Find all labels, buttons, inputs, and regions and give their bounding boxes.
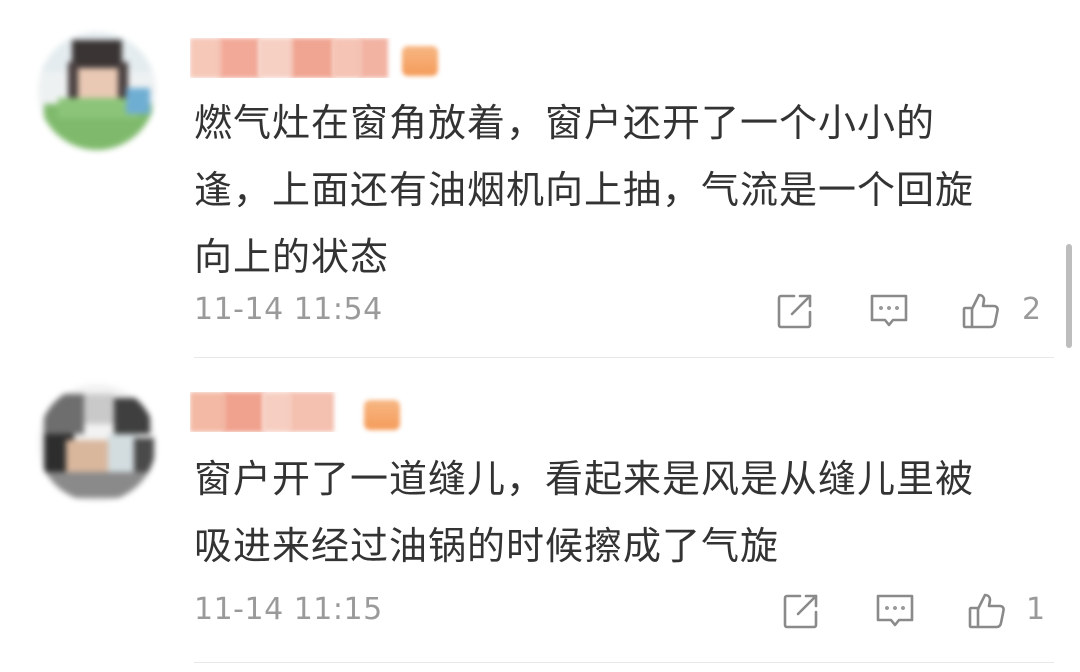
username-blurred[interactable]	[190, 392, 350, 432]
comment-actions: 1	[776, 590, 1066, 634]
like-count: 2	[1022, 292, 1042, 327]
member-badge	[364, 400, 400, 430]
divider	[194, 662, 1054, 663]
comment-item: 窗户开了一道缝儿，看起来是风是从缝儿里被 吸进来经过油锅的时候擦成了气旋 11-…	[0, 358, 1080, 672]
avatar[interactable]	[38, 32, 156, 150]
comment-timestamp: 11-14 11:15	[194, 592, 383, 627]
like-count: 1	[1026, 592, 1046, 627]
thumbs-up-icon[interactable]	[966, 590, 1008, 632]
scrollbar[interactable]	[1066, 244, 1072, 348]
avatar[interactable]	[38, 384, 156, 502]
share-icon[interactable]	[780, 590, 822, 632]
comment-timestamp: 11-14 11:54	[194, 292, 383, 327]
thumbs-up-icon[interactable]	[960, 290, 1002, 332]
comment-icon[interactable]	[868, 290, 910, 332]
comment-icon[interactable]	[874, 590, 916, 632]
comment-item: 燃气灶在窗角放着，窗户还开了一个小小的 逢，上面还有油烟机向上抽，气流是一个回旋…	[0, 0, 1080, 358]
comment-text: 窗户开了一道缝儿，看起来是风是从缝儿里被 吸进来经过油锅的时候擦成了气旋	[194, 457, 975, 568]
username-blurred[interactable]	[190, 38, 400, 78]
member-badge	[402, 46, 438, 76]
comment-actions: 2	[770, 290, 1060, 334]
share-icon[interactable]	[774, 290, 816, 332]
comment-text: 燃气灶在窗角放着，窗户还开了一个小小的 逢，上面还有油烟机向上抽，气流是一个回旋…	[194, 101, 975, 279]
